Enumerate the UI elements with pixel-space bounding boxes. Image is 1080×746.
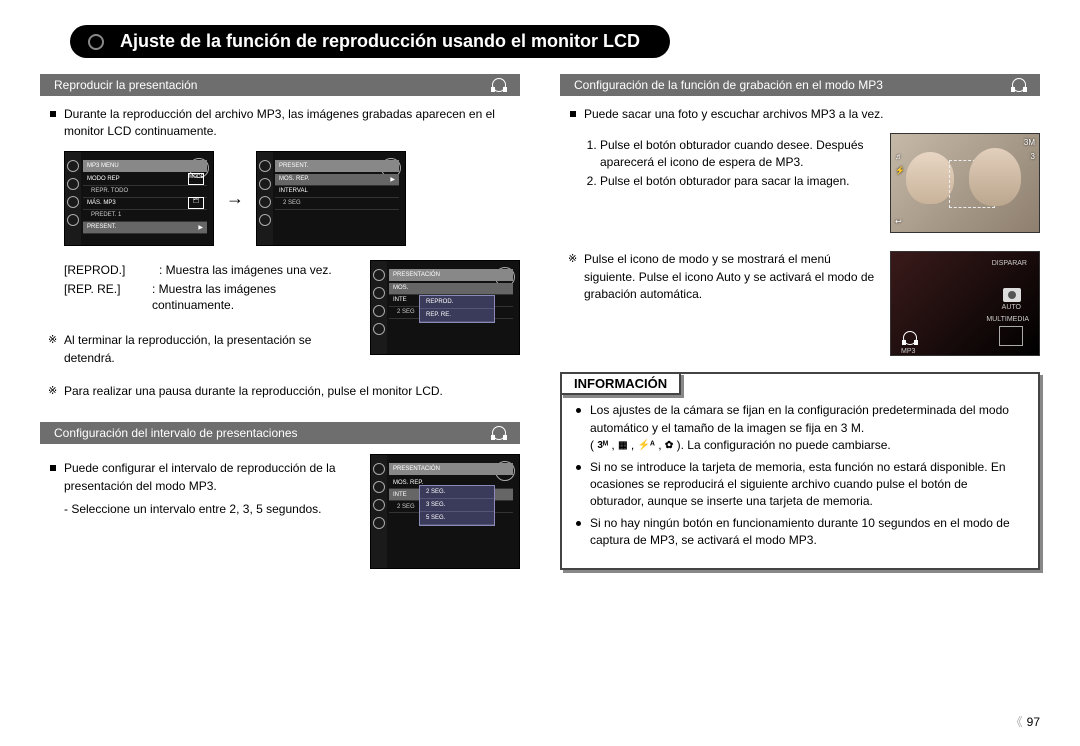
resolution-badge: 3M: [1024, 138, 1035, 147]
lcd-row: MÁS. MP3: [87, 200, 116, 206]
lcd-sequence: MP3 MENU MODO REP MODE REPR. TODO MÁS. MP…: [64, 151, 520, 246]
page-number: 97: [1011, 713, 1040, 730]
step: Pulse el botón obturador cuando desee. D…: [600, 137, 878, 171]
left-column: Reproducir la presentación Durante la re…: [40, 70, 520, 570]
two-column-layout: Reproducir la presentación Durante la re…: [40, 70, 1040, 570]
flash-auto-icon: ⚡ᴬ: [638, 439, 655, 454]
section-title: Configuración del intervalo de presentac…: [54, 426, 298, 440]
option: 5 SEG.: [420, 512, 494, 525]
option: REP. RE.: [420, 309, 494, 322]
option: REPROD.: [420, 296, 494, 309]
lcd-header: PRESENTACIÓN: [389, 269, 513, 281]
numbered-steps: Pulse el botón obturador cuando desee. D…: [584, 135, 878, 191]
metering-icon: ▦: [618, 439, 627, 454]
section-heading-interval: Configuración del intervalo de presentac…: [40, 422, 520, 444]
arrow-right-icon: →: [226, 188, 244, 209]
dropdown-overlay: 2 SEG. 3 SEG. 5 SEG.: [419, 485, 495, 526]
lcd-screen-c: PRESENTACIÓN MOS. INTE 2 SEG REPROD. REP…: [370, 260, 520, 355]
section-heading-record: Configuración de la función de grabación…: [560, 74, 1040, 96]
page-title: Ajuste de la función de reproducción usa…: [70, 25, 670, 58]
note: Pulse el icono de modo y se mostrará el …: [584, 251, 878, 303]
headphones-icon: [1012, 78, 1026, 92]
headphones-icon: [492, 78, 506, 92]
def-term: [REP. RE.]: [64, 281, 152, 315]
headphones-icon: [903, 331, 917, 345]
lcd-row: INTE: [393, 492, 407, 498]
section-heading-slideshow: Reproducir la presentación: [40, 74, 520, 96]
sub-paragraph: - Seleccione un intervalo entre 2, 3, 5 …: [64, 501, 346, 518]
mode-label: AUTO: [1002, 304, 1021, 311]
note: Para realizar una pausa durante la repro…: [64, 383, 510, 400]
lcd-row-highlight: MOS. REP.: [279, 176, 309, 182]
section-title: Reproducir la presentación: [54, 78, 197, 92]
lcd-subrow: 2 SEG: [397, 309, 415, 315]
lcd-subrow: REPR. TODO: [91, 188, 128, 194]
lcd-subrow: PREDET. 1: [91, 212, 121, 218]
headphones-icon: [492, 426, 506, 440]
right-column: Configuración de la función de grabación…: [560, 70, 1040, 570]
lcd-screen-a: MP3 MENU MODO REP MODE REPR. TODO MÁS. MP…: [64, 151, 214, 246]
section-title: Configuración de la función de grabación…: [574, 78, 883, 92]
multimedia-icon: [999, 326, 1023, 346]
note: Al terminar la reproducción, la presenta…: [64, 332, 346, 367]
paragraph: Durante la reproducción del archivo MP3,…: [64, 106, 510, 141]
option: 3 SEG.: [420, 499, 494, 512]
def-desc: : Muestra las imágenes continuamente.: [152, 281, 346, 315]
lcd-header: PRESENT.: [275, 160, 399, 172]
lcd-row-highlight: PRESENT.: [87, 224, 116, 230]
sample-photo: 3M 3 ♬ ⚡ ↩: [890, 133, 1040, 233]
lcd-row: MOS.: [393, 285, 408, 291]
option: 2 SEG.: [420, 486, 494, 499]
mode-label: MULTIMEDIA: [986, 316, 1029, 323]
info-bullet: Los ajustes de la cámara se fijan en la …: [576, 402, 1024, 454]
lcd-screen-b: PRESENT. MOS. REP.▶ INTERVAL 2 SEG: [256, 151, 406, 246]
manual-page: Ajuste de la función de reproducción usa…: [0, 0, 1080, 746]
lcd-row: INTERVAL: [279, 188, 308, 194]
lcd-subrow: 2 SEG: [283, 200, 301, 206]
definition-list: [REPROD.]: Muestra las imágenes una vez.…: [64, 262, 346, 314]
step: Pulse el botón obturador para sacar la i…: [600, 173, 878, 190]
lcd-row: INTE: [393, 297, 407, 303]
mode-screen: DISPARAR AUTO MULTIMEDIA MP3: [890, 251, 1040, 356]
lcd-screen-interval: PRESENTACIÓN MOS. REP. INTE 2 SEG 2 SEG.…: [370, 454, 520, 569]
lcd-subrow: 2 SEG: [397, 504, 415, 510]
info-heading: INFORMACIÓN: [560, 372, 681, 395]
lcd-row: MODO REP: [87, 176, 120, 182]
mode-label: DISPARAR: [992, 260, 1027, 267]
info-bullet: Si no se introduce la tarjeta de memoria…: [576, 459, 1024, 511]
paragraph: Puede configurar el intervalo de reprodu…: [64, 460, 346, 495]
mode-badge: MODE: [188, 173, 204, 185]
def-desc: : Muestra las imágenes una vez.: [159, 262, 332, 279]
macro-icon: ✿: [665, 439, 673, 454]
info-bullet: Si no hay ningún botón en funcionamiento…: [576, 515, 1024, 550]
dropdown-overlay: REPROD. REP. RE.: [419, 295, 495, 323]
mode-label: MP3: [901, 348, 915, 355]
lcd-header: MP3 MENU: [83, 160, 207, 172]
def-term: [REPROD.]: [64, 262, 159, 279]
count-badge: 3: [1031, 152, 1035, 161]
information-box: INFORMACIÓN Los ajustes de la cámara se …: [560, 372, 1040, 569]
lcd-header: PRESENTACIÓN: [389, 463, 513, 475]
camera-icon: [1003, 288, 1021, 302]
paragraph: Puede sacar una foto y escuchar archivos…: [584, 106, 1030, 123]
resolution-icon: 3ᴹ: [597, 439, 608, 454]
